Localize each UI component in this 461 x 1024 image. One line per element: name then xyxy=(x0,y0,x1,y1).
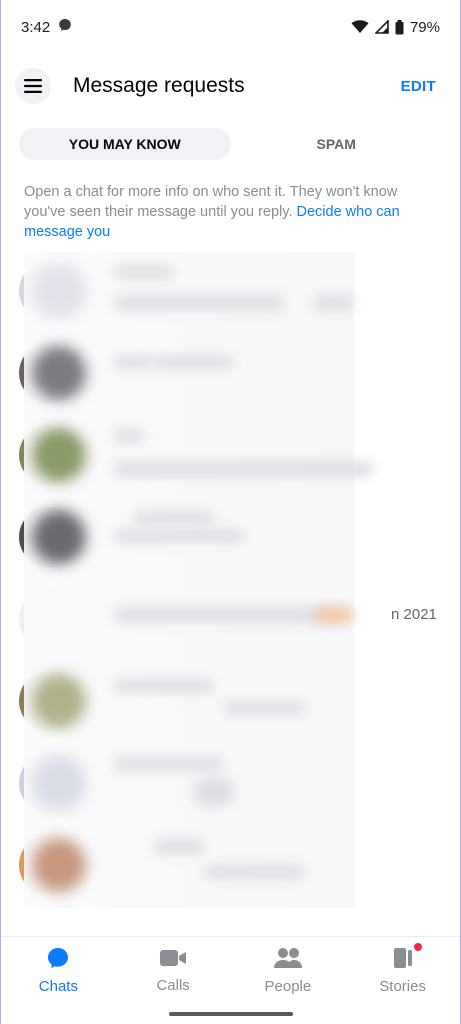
info-text: Open a chat for more info on who sent it… xyxy=(24,182,434,242)
messenger-notification-icon xyxy=(58,18,72,36)
video-camera-icon xyxy=(159,947,187,973)
battery-icon xyxy=(395,19,404,35)
blurred-content xyxy=(24,744,354,826)
hamburger-menu-icon[interactable] xyxy=(15,68,51,104)
page-title: Message requests xyxy=(73,74,245,97)
nav-stories-label: Stories xyxy=(379,978,426,995)
edit-button[interactable]: EDIT xyxy=(401,78,436,95)
bottom-nav: Chats Calls People Stories xyxy=(1,936,460,1004)
list-item[interactable] xyxy=(19,334,460,416)
list-item[interactable] xyxy=(19,416,460,498)
blurred-content xyxy=(24,580,354,662)
stories-icon xyxy=(391,946,415,974)
blurred-content xyxy=(24,826,354,908)
people-icon xyxy=(273,946,303,974)
signal-icon xyxy=(374,20,389,34)
notification-dot xyxy=(414,943,423,951)
request-list: n 2021 xyxy=(19,252,460,908)
tab-spam[interactable]: SPAM xyxy=(231,128,443,160)
nav-people-label: People xyxy=(264,978,312,995)
tab-you-may-know[interactable]: YOU MAY KNOW xyxy=(19,128,231,160)
blurred-content xyxy=(24,252,354,334)
battery-level: 79% xyxy=(409,18,440,36)
status-bar: 3:42 79% xyxy=(1,0,460,54)
blurred-content xyxy=(24,662,354,744)
chat-bubble-icon xyxy=(46,946,70,974)
list-item[interactable]: n 2021 xyxy=(19,580,460,662)
header: Message requests EDIT xyxy=(1,66,460,106)
status-time: 3:42 xyxy=(21,18,51,36)
nav-chats-label: Chats xyxy=(38,978,78,995)
list-item[interactable] xyxy=(19,744,460,826)
request-date: n 2021 xyxy=(391,606,437,623)
list-item[interactable] xyxy=(19,826,460,908)
nav-calls[interactable]: Calls xyxy=(116,937,231,1004)
nav-calls-label: Calls xyxy=(156,977,190,994)
blurred-content xyxy=(24,416,374,498)
home-indicator[interactable] xyxy=(168,1012,293,1016)
wifi-icon xyxy=(351,20,369,34)
nav-chats[interactable]: Chats xyxy=(1,937,116,1004)
blurred-content xyxy=(24,498,354,580)
blurred-content xyxy=(24,334,354,416)
request-tabs: YOU MAY KNOW SPAM xyxy=(19,128,442,160)
list-item[interactable] xyxy=(19,252,460,334)
nav-stories[interactable]: Stories xyxy=(345,937,460,1004)
list-item[interactable] xyxy=(19,498,460,580)
list-item[interactable] xyxy=(19,662,460,744)
nav-people[interactable]: People xyxy=(231,937,346,1004)
